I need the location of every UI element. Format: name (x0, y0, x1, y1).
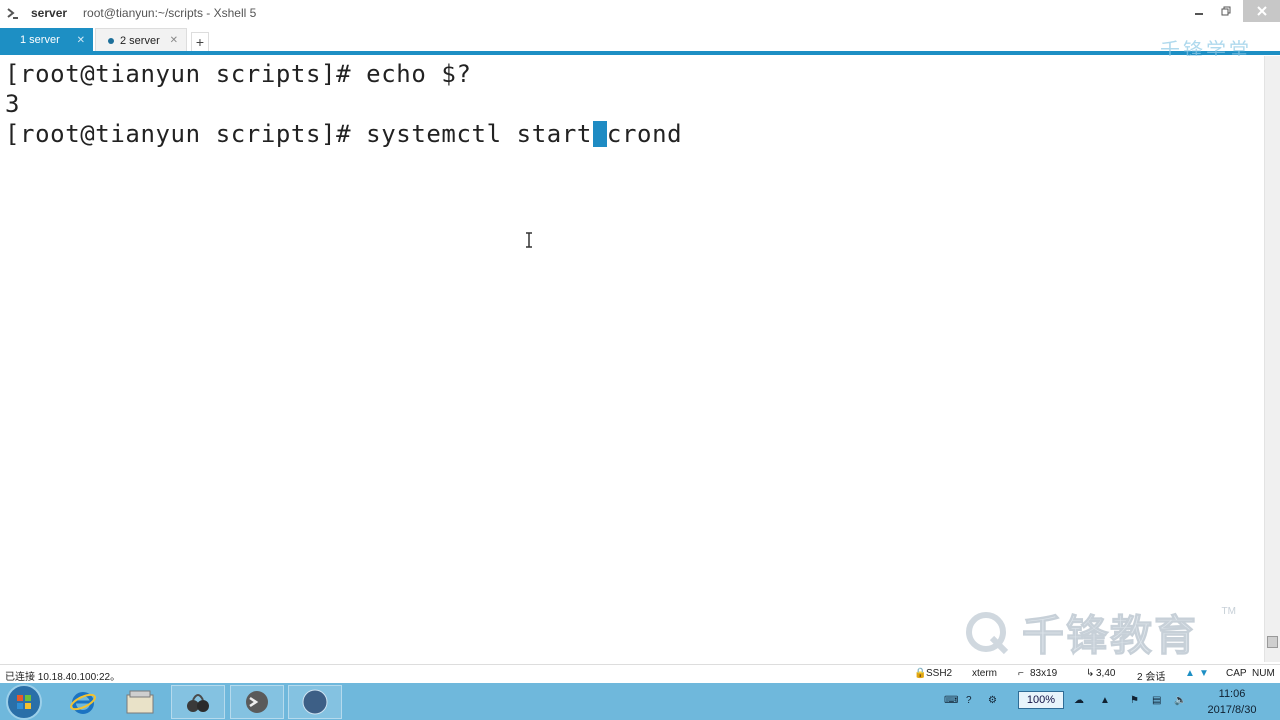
windows-taskbar: ⌨ ? ⚙ 100% ☁ ▲ ⚑ ▤ 🔈 11:06 2017/8/30 (0, 683, 1280, 720)
cloud-icon[interactable]: ☁ (1074, 695, 1084, 706)
terminal-scrollbar[interactable] (1264, 56, 1280, 662)
terminal-area[interactable]: [root@tianyun scripts]# echo $? 3 [root@… (0, 56, 1264, 662)
help-icon[interactable]: ? (966, 695, 972, 706)
scroll-up-icon[interactable]: ▲ (1185, 668, 1195, 679)
input-method-icon[interactable]: ⌨ (944, 695, 958, 706)
restore-icon (1221, 6, 1230, 16)
tray-settings-icon[interactable]: ⚙ (988, 695, 997, 706)
protocol-status: SSH2 (926, 668, 953, 679)
file-explorer-taskbar-button[interactable] (113, 685, 167, 719)
session-status-icon (108, 37, 114, 44)
volume-icon[interactable]: 🔈 (1174, 695, 1186, 706)
xshell-app-icon[interactable] (5, 5, 21, 21)
watermark-text: 千锋教育 (1021, 611, 1199, 659)
window-title: root@tianyun:~/scripts - Xshell 5 (83, 6, 257, 20)
cursor-pos-icon: ↳ (1086, 668, 1095, 679)
status-bar: 已连接 10.18.40.100:22。 🔒 SSH2 xterm ⌐ 83x1… (0, 664, 1280, 683)
tray-expand-icon[interactable]: ▲ (1100, 695, 1110, 706)
tab-close-icon[interactable]: ✕ (170, 35, 178, 46)
close-button[interactable] (1243, 0, 1280, 22)
text-cursor (592, 121, 607, 147)
restore-button[interactable] (1212, 0, 1239, 22)
session-tab-bar: 1 server ✕ 2 server ✕ + (0, 28, 1280, 52)
network-icon[interactable]: ▤ (1152, 695, 1161, 706)
connection-status: 已连接 10.18.40.100:22。 (5, 672, 121, 683)
tab-close-icon[interactable]: ✕ (77, 35, 85, 46)
add-tab-button[interactable]: + (191, 32, 209, 52)
folder-icon (126, 690, 154, 714)
internet-explorer-icon (70, 692, 96, 714)
title-bar: server root@tianyun:~/scripts - Xshell 5 (0, 0, 1280, 26)
flag-icon[interactable]: ⚑ (1130, 695, 1139, 706)
minimize-icon (1194, 13, 1203, 15)
terminal-type: xterm (972, 668, 997, 679)
terminal-command: [root@tianyun scripts]# systemctl start (5, 120, 592, 148)
scrollbar-thumb[interactable] (1267, 636, 1278, 648)
clock-date: 2017/8/30 (1207, 704, 1257, 716)
zoom-level[interactable]: 100% (1018, 691, 1064, 709)
xshell-taskbar-button[interactable] (288, 685, 342, 719)
close-icon (1256, 6, 1267, 16)
terminal-line: 3 (5, 90, 21, 118)
windows-logo-icon (17, 695, 31, 709)
ibeam-cursor-icon (526, 232, 532, 248)
internet-explorer-taskbar-button[interactable] (56, 685, 110, 719)
tab-server-2[interactable]: 2 server ✕ (95, 28, 187, 52)
watermark-logo: 千锋教育 TM (962, 604, 1242, 660)
xshell-window: server root@tianyun:~/scripts - Xshell 5… (0, 0, 1280, 720)
terminal-command-tail: crond (606, 120, 683, 148)
terminal-line: [root@tianyun scripts]# echo $? (5, 60, 472, 88)
tab-label: 2 server (120, 34, 160, 47)
taskbar-clock[interactable]: 11:06 2017/8/30 (1202, 686, 1262, 718)
resize-icon: ⌐ (1018, 668, 1024, 679)
window-controls (1185, 0, 1280, 24)
start-button[interactable] (6, 684, 42, 720)
cursor-position: 3,40 (1096, 668, 1116, 679)
scroll-down-icon[interactable]: ▼ (1199, 668, 1209, 679)
minimize-button[interactable] (1185, 0, 1212, 22)
globe-app-icon (302, 689, 328, 715)
terminal-line-current: [root@tianyun scripts]# systemctl start c… (5, 119, 682, 149)
qianfeng-logo-icon (966, 612, 1009, 655)
terminal-size: 83x19 (1030, 668, 1058, 679)
caps-lock-indicator: CAP (1226, 668, 1247, 679)
session-count: 2 会话 (1137, 672, 1166, 683)
shell-app-icon (246, 691, 268, 713)
tab-label: 1 server (20, 34, 60, 46)
app-taskbar-button-1[interactable] (171, 685, 225, 719)
clock-time: 11:06 (1218, 688, 1246, 700)
watermark-tm: TM (1221, 606, 1236, 617)
tab-underline (0, 51, 1280, 55)
tab-server-1[interactable]: 1 server ✕ (0, 28, 93, 52)
app-taskbar-button-2[interactable] (230, 685, 284, 719)
lock-icon: 🔒 (914, 668, 927, 679)
window-app-name: server (31, 6, 68, 20)
cherry-app-icon (187, 694, 209, 712)
num-lock-indicator: NUM (1252, 668, 1275, 679)
